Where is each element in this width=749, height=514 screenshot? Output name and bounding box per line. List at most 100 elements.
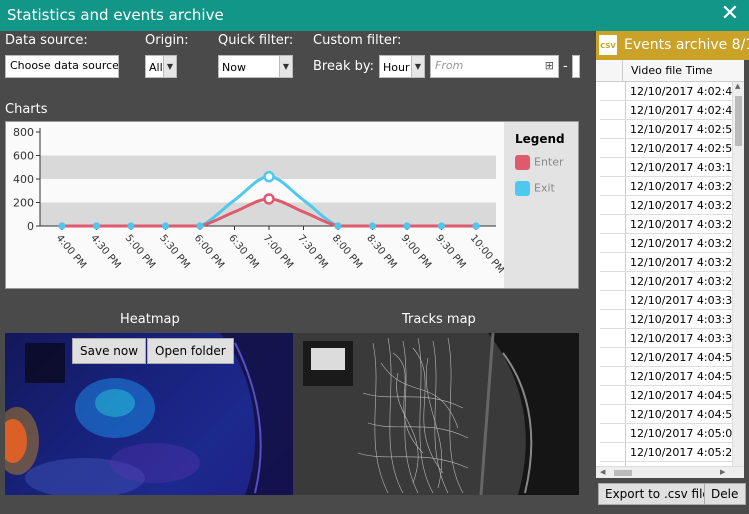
table-row[interactable]: 12/10/2017 4:02:5 — [600, 120, 732, 139]
open-folder-button[interactable]: Open folder — [147, 338, 234, 364]
video-time-cell: 12/10/2017 4:03:3 — [630, 313, 733, 326]
chevron-down-icon: ▼ — [163, 56, 176, 77]
x-tick-label: 8:30 PM — [364, 233, 398, 271]
row-select-cell[interactable] — [600, 234, 626, 252]
row-select-cell[interactable] — [600, 310, 626, 328]
row-select-cell[interactable] — [600, 196, 626, 214]
tracks-map-image — [293, 333, 579, 495]
chart-area: 0 200 400 600 800 4:00 PM 4:30 PM 5:00 PM 5:30 P… — [5, 121, 579, 289]
table-row[interactable]: 12/10/2017 4:03:2 — [600, 272, 732, 291]
x-tick-label: 5:00 PM — [123, 233, 157, 271]
row-select-cell[interactable] — [600, 424, 626, 442]
header-select-cell[interactable] — [599, 60, 623, 81]
main-panel: Data source: Choose data source Origin: … — [0, 31, 590, 514]
origin-select[interactable]: All ▼ — [145, 55, 177, 78]
row-select-cell[interactable] — [600, 120, 626, 138]
from-date-field[interactable]: From ⊞ — [430, 55, 559, 78]
legend-item-enter: Enter — [515, 155, 564, 170]
data-point-exit — [263, 170, 275, 183]
heatmap-title: Heatmap — [120, 312, 180, 327]
table-row[interactable]: 12/10/2017 4:03:2 — [600, 196, 732, 215]
row-select-cell[interactable] — [600, 215, 626, 233]
horizontal-scrollbar[interactable]: ◀ ▶ — [596, 466, 744, 478]
data-source-field[interactable]: Choose data source — [5, 55, 119, 78]
table-row[interactable]: 12/10/2017 4:03:1 — [600, 158, 732, 177]
vertical-scrollbar[interactable]: ▲ — [732, 82, 744, 466]
table-row[interactable]: 12/10/2017 4:05:0 — [600, 424, 732, 443]
chevron-down-icon: ▼ — [279, 56, 292, 77]
x-tick-label: 7:30 PM — [295, 233, 329, 271]
row-select-cell[interactable] — [600, 405, 626, 423]
table-row[interactable]: 12/10/2017 4:03:2 — [600, 215, 732, 234]
video-time-cell: 12/10/2017 4:04:5 — [630, 351, 733, 364]
row-select-cell[interactable] — [600, 139, 626, 157]
to-date-field[interactable] — [572, 55, 580, 78]
legend-item-exit: Exit — [515, 181, 555, 196]
row-select-cell[interactable] — [600, 348, 626, 366]
x-tick-label: 7:00 PM — [261, 233, 295, 271]
export-csv-button[interactable]: Export to .csv file — [598, 483, 717, 505]
row-select-cell[interactable] — [600, 367, 626, 385]
table-row[interactable]: 12/10/2017 4:02:4 — [600, 82, 732, 101]
scroll-right-icon[interactable]: ▶ — [720, 468, 725, 476]
events-table[interactable]: Video file Time 12/10/2017 4:02:4 12/10/2… — [596, 60, 744, 478]
data-source-label: Data source: — [5, 33, 88, 48]
save-now-button[interactable]: Save now — [72, 338, 147, 364]
tracks-map-title: Tracks map — [402, 312, 476, 327]
table-row[interactable]: 12/10/2017 4:03:3 — [600, 310, 732, 329]
y-tick-label: 0 — [27, 220, 34, 233]
column-header-video-time[interactable]: Video file Time — [631, 64, 713, 77]
data-point-exit — [438, 222, 445, 230]
x-tick-label: 4:00 PM — [54, 233, 88, 271]
row-select-cell[interactable] — [600, 101, 626, 119]
row-select-cell[interactable] — [600, 82, 626, 100]
break-by-select[interactable]: Hour ▼ — [379, 55, 425, 78]
table-row[interactable]: 12/10/2017 4:02:4 — [600, 101, 732, 120]
scroll-up-icon[interactable]: ▲ — [735, 82, 740, 90]
legend-swatch-exit — [515, 181, 530, 196]
table-header: Video file Time — [596, 60, 744, 82]
quick-filter-label: Quick filter: — [218, 33, 294, 48]
video-time-cell: 12/10/2017 4:04:5 — [630, 370, 733, 383]
origin-label: Origin: — [145, 33, 189, 48]
date-range-dash: - — [563, 59, 568, 74]
y-tick-label: 600 — [13, 150, 34, 163]
table-row[interactable]: 12/10/2017 4:04:5 — [600, 386, 732, 405]
table-row[interactable]: 12/10/2017 4:03:2 — [600, 253, 732, 272]
table-row[interactable]: 12/10/2017 4:03:2 — [600, 234, 732, 253]
table-row[interactable]: 12/10/2017 4:03:3 — [600, 291, 732, 310]
scroll-left-icon[interactable]: ◀ — [600, 468, 605, 476]
video-time-cell: 12/10/2017 4:05:0 — [630, 427, 733, 440]
table-row[interactable]: 12/10/2017 4:02:5 — [600, 139, 732, 158]
video-time-cell: 12/10/2017 4:03:3 — [630, 332, 733, 345]
table-row[interactable]: 12/10/2017 4:05:2 — [600, 443, 732, 462]
line-chart: 0 200 400 600 800 4:00 PM 4:30 PM 5:00 PM 5:30 P… — [13, 126, 504, 276]
table-row[interactable]: 12/10/2017 4:03:2 — [600, 177, 732, 196]
table-row[interactable]: 12/10/2017 4:04:5 — [600, 367, 732, 386]
video-time-cell: 12/10/2017 4:02:5 — [630, 142, 733, 155]
table-row[interactable]: 12/10/2017 4:04:5 — [600, 348, 732, 367]
scrollbar-thumb[interactable] — [735, 96, 742, 146]
quick-filter-select[interactable]: Now ▼ — [218, 55, 293, 78]
table-row[interactable]: 12/10/2017 4:04:5 — [600, 405, 732, 424]
row-select-cell[interactable] — [600, 158, 626, 176]
video-time-cell: 12/10/2017 4:03:2 — [630, 218, 733, 231]
calendar-icon[interactable]: ⊞ — [545, 59, 554, 72]
row-select-cell[interactable] — [600, 443, 626, 461]
row-select-cell[interactable] — [600, 329, 626, 347]
row-select-cell[interactable] — [600, 177, 626, 195]
row-select-cell[interactable] — [600, 291, 626, 309]
table-row[interactable]: 12/10/2017 4:03:3 — [600, 329, 732, 348]
video-time-cell: 12/10/2017 4:03:2 — [630, 275, 733, 288]
delete-button[interactable]: Dele — [704, 483, 746, 505]
data-point-exit — [369, 222, 376, 230]
row-select-cell[interactable] — [600, 386, 626, 404]
row-select-cell[interactable] — [600, 272, 626, 290]
data-point-enter — [263, 193, 275, 205]
row-select-cell[interactable] — [600, 253, 626, 271]
break-by-value: Hour — [383, 61, 410, 74]
data-point-exit — [93, 222, 100, 230]
close-icon[interactable]: ✕ — [721, 3, 739, 25]
scrollbar-thumb[interactable] — [614, 470, 632, 476]
chevron-down-icon: ▼ — [411, 56, 424, 77]
